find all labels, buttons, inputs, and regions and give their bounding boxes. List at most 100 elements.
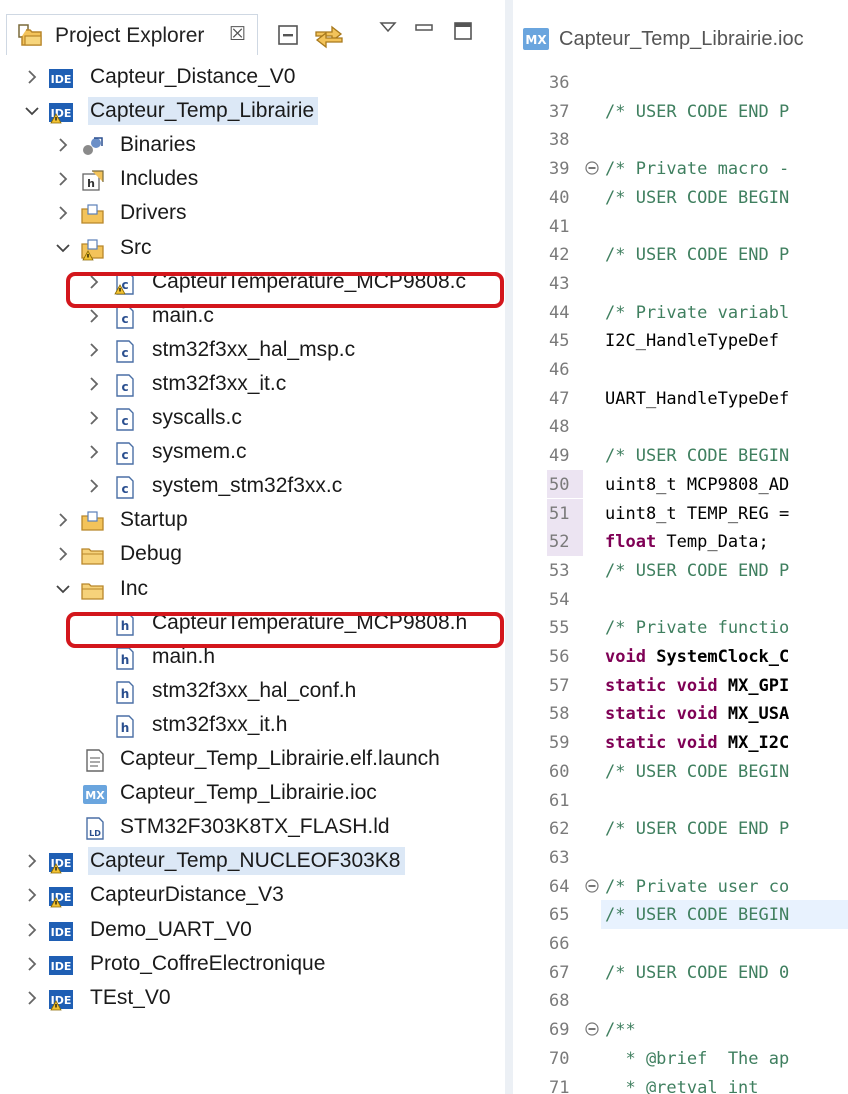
- ide-project-icon: IDE: [48, 953, 73, 977]
- line-number: 53: [549, 560, 570, 581]
- explorer-tab-bar: Project Explorer ☒: [0, 8, 505, 60]
- tree-item[interactable]: IDE Capteur_Temp_NUCLEOF303K8: [0, 844, 505, 878]
- code-line[interactable]: 36: [513, 68, 848, 97]
- code-line[interactable]: 66: [513, 929, 848, 958]
- code-line[interactable]: 49 /* USER CODE BEGIN: [513, 441, 848, 470]
- code-line[interactable]: 46: [513, 355, 848, 384]
- tree-item[interactable]: IDE Capteur_Temp_Librairie: [0, 94, 505, 128]
- code-line[interactable]: 59 static void MX_I2C: [513, 728, 848, 757]
- maximize-icon[interactable]: [452, 20, 474, 48]
- chevron-right-icon[interactable]: [86, 478, 102, 494]
- tree-item[interactable]: LD STM32F303K8TX_FLASH.ld: [0, 810, 505, 844]
- chevron-right-icon[interactable]: [55, 137, 71, 153]
- tree-item[interactable]: Binaries: [0, 128, 505, 162]
- chevron-right-icon[interactable]: [86, 342, 102, 358]
- code-line[interactable]: 56 void SystemClock_C: [513, 642, 848, 671]
- code-line[interactable]: 43: [513, 269, 848, 298]
- code-line[interactable]: 53 /* USER CODE END P: [513, 556, 848, 585]
- link-with-editor-icon[interactable]: [312, 22, 346, 50]
- tab-editor-file[interactable]: MX Capteur_Temp_Librairie.ioc: [513, 16, 848, 60]
- code-line[interactable]: 37 /* USER CODE END P: [513, 97, 848, 126]
- tree-item[interactable]: MX Capteur_Temp_Librairie.ioc: [0, 776, 505, 810]
- code-line[interactable]: 38: [513, 125, 848, 154]
- fold-toggle-icon[interactable]: [585, 1021, 599, 1041]
- minimize-icon[interactable]: [414, 18, 434, 46]
- chevron-right-icon[interactable]: [86, 376, 102, 392]
- code-line[interactable]: 69 /**: [513, 1015, 848, 1044]
- code-line[interactable]: 57 static void MX_GPI: [513, 671, 848, 700]
- code-line[interactable]: 64 /* Private user co: [513, 872, 848, 901]
- collapse-all-icon[interactable]: [276, 22, 302, 50]
- tree-item[interactable]: Startup: [0, 503, 505, 537]
- tree-item-label: main.h: [152, 644, 216, 668]
- tree-item[interactable]: Src: [0, 231, 505, 265]
- code-line[interactable]: 67 /* USER CODE END 0: [513, 958, 848, 987]
- tree-item[interactable]: Inc: [0, 572, 505, 606]
- chevron-down-icon[interactable]: [55, 581, 71, 597]
- code-line[interactable]: 52 float Temp_Data;: [513, 527, 848, 556]
- chevron-right-icon[interactable]: [24, 990, 40, 1006]
- chevron-down-icon[interactable]: [55, 240, 71, 256]
- tree-item[interactable]: h stm32f3xx_it.h: [0, 708, 505, 742]
- tab-project-explorer[interactable]: Project Explorer ☒: [6, 14, 258, 55]
- code-line[interactable]: 70 * @brief The ap: [513, 1044, 848, 1073]
- chevron-right-icon[interactable]: [86, 410, 102, 426]
- tree-item[interactable]: c sysmem.c: [0, 435, 505, 469]
- tree-item[interactable]: IDE Proto_CoffreElectronique: [0, 947, 505, 981]
- code-line[interactable]: 51 uint8_t TEMP_REG =: [513, 498, 848, 528]
- code-line[interactable]: 63: [513, 843, 848, 872]
- chevron-right-icon[interactable]: [24, 887, 40, 903]
- code-line[interactable]: 68: [513, 986, 848, 1015]
- ide-project-warning-icon: IDE: [48, 987, 73, 1011]
- tree-item[interactable]: IDE CapteurDistance_V3: [0, 878, 505, 912]
- code-line[interactable]: 54: [513, 585, 848, 614]
- chevron-right-icon[interactable]: [55, 512, 71, 528]
- chevron-right-icon[interactable]: [24, 69, 40, 85]
- code-line[interactable]: 60 /* USER CODE BEGIN: [513, 757, 848, 786]
- h-file-icon: h: [112, 680, 136, 704]
- tree-item[interactable]: Drivers: [0, 196, 505, 230]
- tree-item[interactable]: IDE Demo_UART_V0: [0, 913, 505, 947]
- chevron-right-icon[interactable]: [55, 546, 71, 562]
- view-menu-icon[interactable]: [378, 18, 398, 46]
- code-line[interactable]: 62 /* USER CODE END P: [513, 814, 848, 843]
- tree-item[interactable]: IDE TEst_V0: [0, 981, 505, 1015]
- chevron-right-icon[interactable]: [24, 922, 40, 938]
- code-line[interactable]: 42 /* USER CODE END P: [513, 240, 848, 269]
- code-line[interactable]: 65 /* USER CODE BEGIN: [513, 900, 848, 929]
- code-line[interactable]: 41: [513, 212, 848, 241]
- chevron-right-icon[interactable]: [86, 308, 102, 324]
- code-line[interactable]: 45 I2C_HandleTypeDef: [513, 326, 848, 355]
- fold-toggle-icon[interactable]: [585, 160, 599, 180]
- code-line[interactable]: 48: [513, 412, 848, 441]
- code-line[interactable]: 40 /* USER CODE BEGIN: [513, 183, 848, 212]
- tree-item[interactable]: c stm32f3xx_it.c: [0, 367, 505, 401]
- chevron-right-icon[interactable]: [55, 205, 71, 221]
- tree-item[interactable]: c system_stm32f3xx.c: [0, 469, 505, 503]
- close-icon[interactable]: ☒: [229, 23, 246, 46]
- tree-item[interactable]: IDE Capteur_Distance_V0: [0, 60, 505, 94]
- line-number: 39: [549, 159, 570, 180]
- chevron-down-icon[interactable]: [24, 103, 40, 119]
- tree-item[interactable]: c syscalls.c: [0, 401, 505, 435]
- chevron-right-icon[interactable]: [86, 444, 102, 460]
- code-line[interactable]: 55 /* Private functio: [513, 613, 848, 642]
- tree-item[interactable]: c stm32f3xx_hal_msp.c: [0, 333, 505, 367]
- chevron-right-icon[interactable]: [24, 956, 40, 972]
- code-line[interactable]: 39 /* Private macro -: [513, 154, 848, 183]
- highlight-box-c-file: [66, 272, 504, 308]
- tree-item[interactable]: Capteur_Temp_Librairie.elf.launch: [0, 742, 505, 776]
- code-line[interactable]: 44 /* Private variabl: [513, 298, 848, 327]
- tree-item[interactable]: h Includes: [0, 162, 505, 196]
- panel-divider[interactable]: [505, 0, 513, 1094]
- chevron-right-icon[interactable]: [24, 853, 40, 869]
- code-line[interactable]: 47 UART_HandleTypeDef: [513, 384, 848, 413]
- code-line[interactable]: 50 uint8_t MCP9808_AD: [513, 469, 848, 499]
- fold-toggle-icon[interactable]: [585, 878, 599, 898]
- code-line[interactable]: 61: [513, 786, 848, 815]
- code-line[interactable]: 71 * @retval int: [513, 1073, 848, 1094]
- tree-item[interactable]: Debug: [0, 537, 505, 571]
- chevron-right-icon[interactable]: [55, 171, 71, 187]
- code-line[interactable]: 58 static void MX_USA: [513, 699, 848, 728]
- tree-item[interactable]: h stm32f3xx_hal_conf.h: [0, 674, 505, 708]
